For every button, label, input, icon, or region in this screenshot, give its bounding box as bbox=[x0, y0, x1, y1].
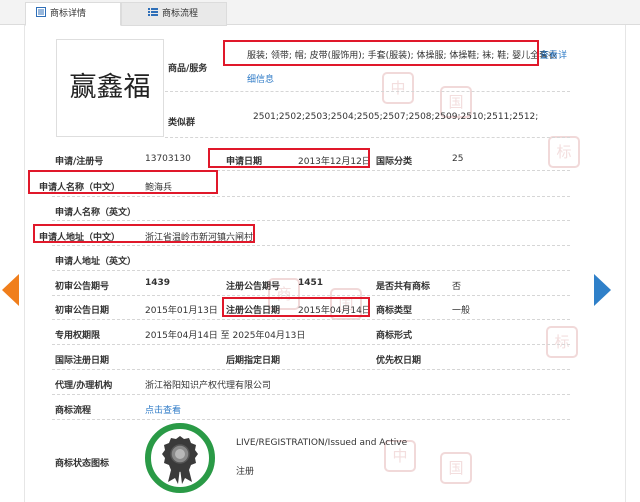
row-divider bbox=[52, 270, 570, 271]
prev-arrow-icon[interactable] bbox=[2, 274, 19, 306]
tab-bar: 商标详情 商标流程 bbox=[0, 0, 640, 26]
prelim-date-label: 初审公告日期 bbox=[55, 306, 110, 316]
next-arrow-icon[interactable] bbox=[594, 274, 611, 306]
shared-label: 是否共有商标 bbox=[376, 282, 431, 292]
prelim-no-label: 初审公告期号 bbox=[55, 282, 110, 292]
row-divider bbox=[52, 245, 570, 246]
row-divider bbox=[52, 220, 570, 221]
row-divider bbox=[52, 369, 570, 370]
row-divider bbox=[52, 344, 570, 345]
tab-trademark-details[interactable]: 商标详情 bbox=[25, 2, 121, 26]
tm-form-label: 商标形式 bbox=[376, 331, 413, 341]
tab-trademark-flow[interactable]: 商标流程 bbox=[121, 2, 227, 26]
trademark-image: 赢鑫福 bbox=[56, 39, 164, 137]
reg-pub-no-value: 1451 bbox=[298, 278, 324, 288]
registered-badge-icon bbox=[144, 422, 216, 494]
intl-reg-date-label: 国际注册日期 bbox=[55, 356, 110, 366]
document-icon bbox=[36, 4, 46, 17]
status-line-cn: 注册 bbox=[236, 467, 255, 477]
exclusive-value: 2015年04月14日 至 2025年04月13日 bbox=[145, 331, 306, 341]
similar-group-value: 2501;2502;2503;2504;2505;2507;2508;2509;… bbox=[253, 112, 539, 122]
row-divider bbox=[52, 196, 570, 197]
highlight-apply-date bbox=[208, 148, 370, 168]
tm-type-value: 一般 bbox=[452, 306, 471, 316]
tab-flow-label: 商标流程 bbox=[162, 9, 199, 19]
list-icon bbox=[148, 4, 158, 16]
agent-value: 浙江裕阳知识产权代理有限公司 bbox=[145, 381, 272, 391]
prelim-date-value: 2015年01月13日 bbox=[145, 306, 218, 316]
row-divider bbox=[52, 295, 570, 296]
priority-date-label: 优先权日期 bbox=[376, 356, 422, 366]
prelim-no-value: 1439 bbox=[145, 278, 171, 288]
intl-class-label: 国际分类 bbox=[376, 157, 413, 167]
view-details-link-cont[interactable]: 细信息 bbox=[247, 72, 274, 85]
highlight-applicant bbox=[28, 170, 218, 194]
tm-type-label: 商标类型 bbox=[376, 306, 413, 316]
highlight-address bbox=[33, 224, 255, 243]
status-label: 商标状态图标 bbox=[55, 459, 110, 469]
row-divider bbox=[165, 91, 570, 92]
process-label: 商标流程 bbox=[55, 406, 92, 416]
row-divider bbox=[165, 137, 570, 138]
reg-no-value: 13703130 bbox=[145, 154, 191, 164]
similar-group-label: 类似群 bbox=[168, 118, 196, 128]
exclusive-label: 专用权期限 bbox=[55, 331, 101, 341]
tab-details-label: 商标详情 bbox=[50, 9, 87, 19]
row-divider bbox=[52, 319, 570, 320]
watermark-stamp: 国 bbox=[440, 452, 472, 484]
address-en-label: 申请人地址（英文） bbox=[55, 257, 137, 267]
status-line-en: LIVE/REGISTRATION/Issued and Active bbox=[236, 438, 408, 448]
highlight-goods bbox=[223, 40, 539, 66]
watermark-stamp: 标 bbox=[548, 136, 580, 168]
process-link[interactable]: 点击查看 bbox=[145, 403, 181, 416]
agent-label: 代理/办理机构 bbox=[55, 381, 113, 391]
applicant-en-label: 申请人名称（英文） bbox=[55, 208, 137, 218]
watermark-stamp: 中 bbox=[382, 72, 414, 104]
shared-value: 否 bbox=[452, 282, 462, 292]
highlight-reg-pub-date bbox=[222, 297, 370, 317]
intl-class-value: 25 bbox=[452, 154, 464, 164]
watermark-stamp: 标 bbox=[546, 326, 578, 358]
row-divider bbox=[52, 394, 570, 395]
view-details-link[interactable]: 查看详 bbox=[540, 48, 567, 61]
later-date-label: 后期指定日期 bbox=[226, 356, 281, 366]
reg-no-label: 申请/注册号 bbox=[55, 157, 104, 167]
row-divider bbox=[52, 419, 570, 420]
goods-label: 商品/服务 bbox=[168, 64, 208, 74]
reg-pub-no-label: 注册公告期号 bbox=[226, 282, 281, 292]
